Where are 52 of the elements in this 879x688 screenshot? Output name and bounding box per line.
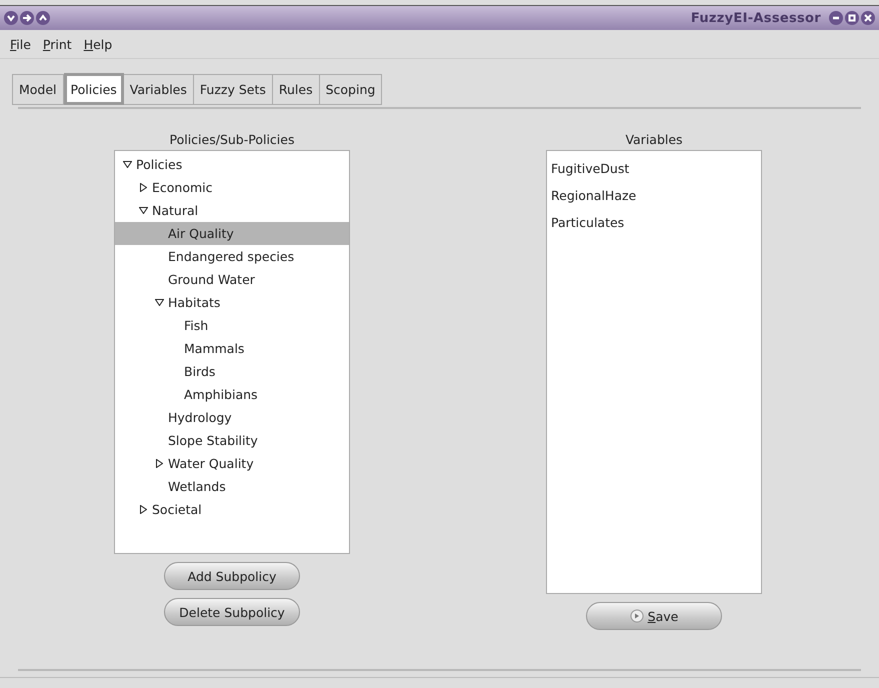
tab[interactable]: Policies bbox=[64, 73, 124, 105]
tree-item[interactable]: Air Quality bbox=[115, 222, 349, 245]
chevron-down-icon bbox=[6, 13, 16, 23]
tree-item[interactable]: Slope Stability bbox=[115, 429, 349, 452]
tree-item[interactable]: Habitats bbox=[115, 291, 349, 314]
expanded-icon[interactable] bbox=[123, 161, 132, 168]
tree-item[interactable]: Natural bbox=[115, 199, 349, 222]
arrow-right-icon bbox=[22, 13, 32, 23]
tab[interactable]: Variables bbox=[124, 74, 194, 105]
play-icon bbox=[630, 609, 644, 623]
collapsed-icon[interactable] bbox=[140, 183, 147, 192]
tab[interactable]: Rules bbox=[272, 74, 320, 105]
list-item[interactable]: Particulates bbox=[547, 209, 761, 236]
save-button[interactable]: Save bbox=[586, 602, 722, 630]
tree-item[interactable]: Endangered species bbox=[115, 245, 349, 268]
tree-item[interactable]: Economic bbox=[115, 176, 349, 199]
collapsed-icon[interactable] bbox=[140, 505, 147, 514]
tree-item[interactable]: Wetlands bbox=[115, 475, 349, 498]
tree-item[interactable]: Birds bbox=[115, 360, 349, 383]
tree-item[interactable]: Fish bbox=[115, 314, 349, 337]
collapsed-icon[interactable] bbox=[156, 459, 163, 468]
list-item[interactable]: RegionalHaze bbox=[547, 182, 761, 209]
chevron-up-icon bbox=[38, 13, 48, 23]
close-button[interactable] bbox=[861, 11, 875, 25]
tree-item[interactable]: Hydrology bbox=[115, 406, 349, 429]
list-title: Variables bbox=[625, 132, 683, 149]
tree-item[interactable]: Amphibians bbox=[115, 383, 349, 406]
subpolicy-button[interactable]: Delete Subpolicy bbox=[164, 598, 300, 626]
subpolicy-button[interactable]: Add Subpolicy bbox=[164, 562, 300, 590]
minimize-button[interactable] bbox=[829, 11, 843, 25]
menu-item[interactable]: Help bbox=[84, 36, 112, 52]
tree-item[interactable]: Policies bbox=[115, 153, 349, 176]
tab[interactable]: Fuzzy Sets bbox=[194, 74, 273, 105]
tree-item[interactable]: Water Quality bbox=[115, 452, 349, 475]
menu-item[interactable]: File bbox=[10, 36, 31, 52]
tab[interactable]: Model bbox=[12, 74, 64, 105]
maximize-icon bbox=[847, 13, 857, 23]
maximize-button[interactable] bbox=[845, 11, 859, 25]
tree-title: Policies/Sub-Policies bbox=[170, 132, 294, 149]
roll-up-button[interactable] bbox=[36, 11, 50, 25]
expanded-icon[interactable] bbox=[139, 207, 148, 214]
pin-button[interactable] bbox=[20, 11, 34, 25]
expanded-icon[interactable] bbox=[155, 299, 164, 306]
window-title: FuzzyEI-Assessor bbox=[690, 10, 821, 26]
list-item[interactable]: FugitiveDust bbox=[547, 155, 761, 182]
tree-item[interactable]: Societal bbox=[115, 498, 349, 521]
tree-item[interactable]: Ground Water bbox=[115, 268, 349, 291]
close-icon bbox=[863, 13, 873, 23]
tree-item[interactable]: Mammals bbox=[115, 337, 349, 360]
window-menu-button[interactable] bbox=[4, 11, 18, 25]
menu-item[interactable]: Print bbox=[42, 36, 72, 52]
tab[interactable]: Scoping bbox=[320, 74, 382, 105]
